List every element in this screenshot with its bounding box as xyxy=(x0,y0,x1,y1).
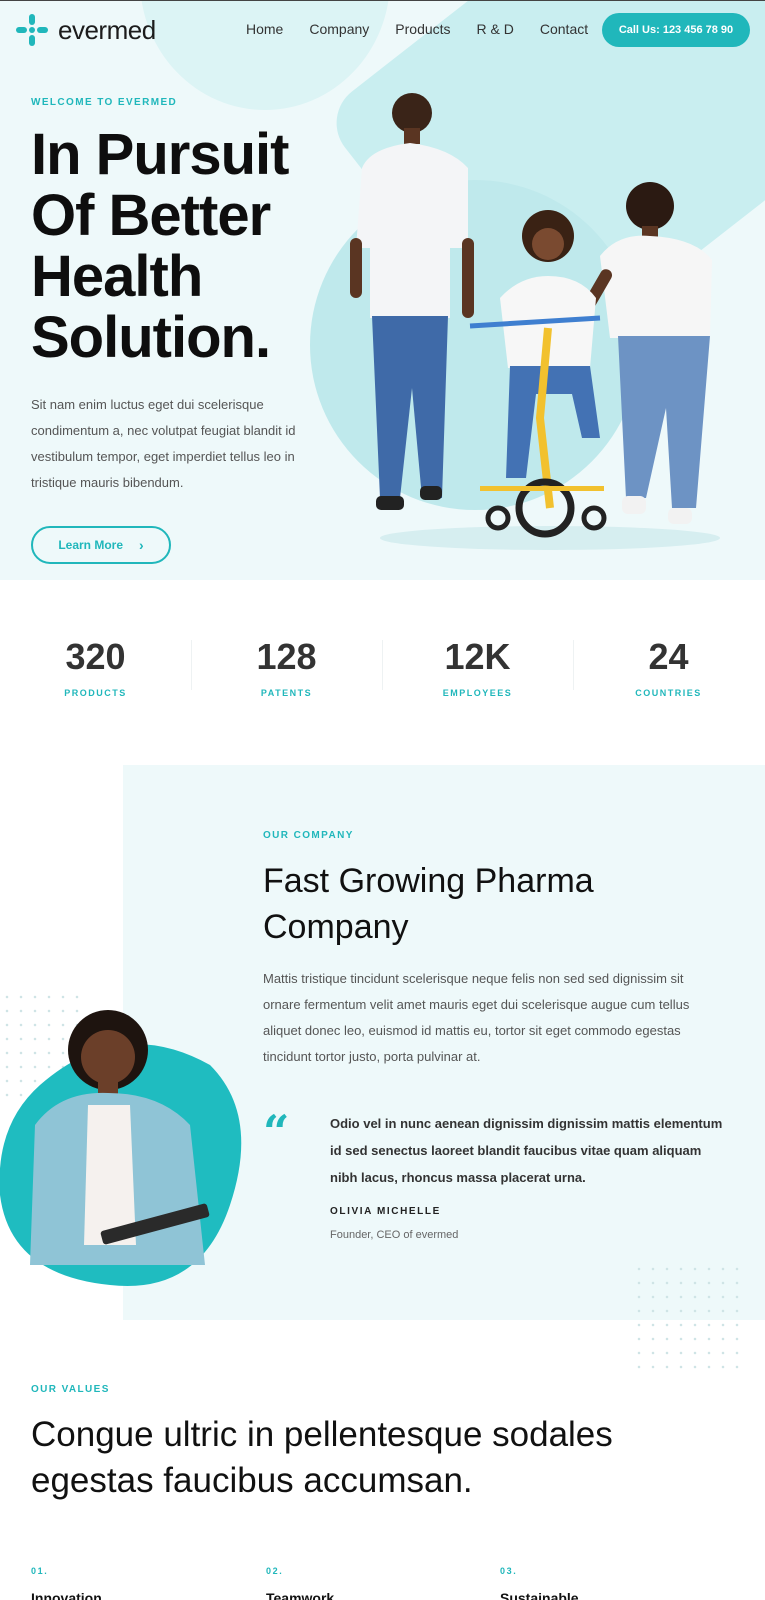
hero-eyebrow: WELCOME TO EVERMED xyxy=(31,97,178,108)
values-eyebrow: OUR VALUES xyxy=(31,1384,110,1395)
stat-label: PRODUCTS xyxy=(64,688,127,698)
value-number: 02. xyxy=(266,1566,284,1576)
value-number: 03. xyxy=(500,1566,518,1576)
stat-label: COUNTRIES xyxy=(635,688,702,698)
quote-author: OLIVIA MICHELLE xyxy=(330,1206,441,1217)
value-number: 01. xyxy=(31,1566,49,1576)
ceo-portrait-image xyxy=(0,1010,242,1286)
stats-row: 320 PRODUCTS 128 PATENTS 12K EMPLOYEES 2… xyxy=(0,620,765,710)
hero-family-image xyxy=(350,93,720,550)
value-item-sustainable: 03. Sustainable xyxy=(500,1566,579,1600)
company-description: Mattis tristique tincidunt scelerisque n… xyxy=(263,971,690,1064)
main-nav: Home Company Products R & D Contact xyxy=(246,21,588,37)
dot-pattern xyxy=(632,1262,742,1372)
top-border xyxy=(0,0,765,1)
brand-logo[interactable]: evermed xyxy=(16,14,156,46)
value-item-innovation: 01. Innovation xyxy=(31,1566,102,1600)
hero-section: WELCOME TO EVERMED In Pursuit Of Better … xyxy=(0,0,765,580)
stat-countries: 24 COUNTRIES xyxy=(573,620,764,710)
nav-home[interactable]: Home xyxy=(246,21,283,37)
brand-name: evermed xyxy=(58,14,156,45)
quote-author-role: Founder, CEO of evermed xyxy=(330,1229,459,1241)
stat-employees: 12K EMPLOYEES xyxy=(382,620,573,710)
value-item-teamwork: 02. Teamwork xyxy=(266,1566,334,1600)
stat-patents: 128 PATENTS xyxy=(191,620,382,710)
stat-value: 24 xyxy=(648,636,689,677)
stat-value: 320 xyxy=(65,636,126,677)
nav-contact[interactable]: Contact xyxy=(540,21,588,37)
nav-company[interactable]: Company xyxy=(309,21,369,37)
ceo-quote: Odio vel in nunc aenean dignissim dignis… xyxy=(330,1116,723,1185)
hero-description: Sit nam enim luctus eget dui scelerisque… xyxy=(31,397,296,490)
cross-plus-icon xyxy=(16,14,48,46)
value-name: Innovation xyxy=(31,1590,102,1600)
chevron-right-icon: › xyxy=(139,537,144,553)
learn-more-label: Learn More xyxy=(58,538,123,552)
learn-more-button[interactable]: Learn More › xyxy=(31,526,171,564)
stat-value: 12K xyxy=(444,636,511,677)
value-name: Sustainable xyxy=(500,1590,579,1600)
stat-value: 128 xyxy=(256,636,317,677)
stat-label: EMPLOYEES xyxy=(442,688,513,698)
values-title: Congue ultric in pellentesque sodales eg… xyxy=(31,1415,613,1500)
value-name: Teamwork xyxy=(266,1590,335,1600)
hero-title: In Pursuit Of Better Health Solution. xyxy=(31,122,289,370)
stat-label: PATENTS xyxy=(260,688,313,698)
call-us-button[interactable]: Call Us: 123 456 78 90 xyxy=(602,13,750,47)
company-eyebrow: OUR COMPANY xyxy=(263,830,354,841)
nav-rd[interactable]: R & D xyxy=(477,21,514,37)
company-title: Fast Growing Pharma Company xyxy=(263,862,594,946)
stat-products: 320 PRODUCTS xyxy=(0,620,191,710)
quote-icon: “ xyxy=(263,1105,290,1159)
nav-products[interactable]: Products xyxy=(395,21,450,37)
